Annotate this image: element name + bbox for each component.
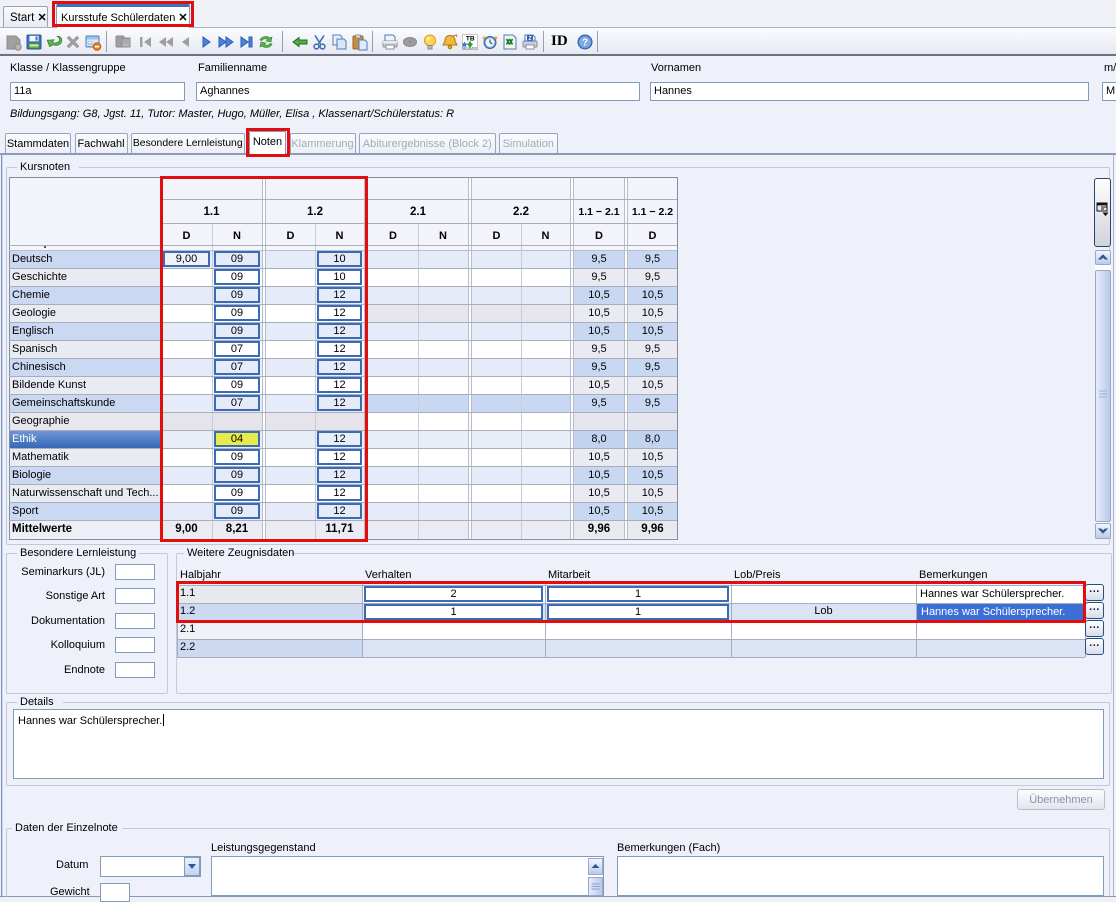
svg-text:MIGRATE: MIGRATE bbox=[462, 47, 478, 51]
svg-text:Z: Z bbox=[528, 36, 531, 42]
svg-text:?: ? bbox=[582, 38, 588, 49]
